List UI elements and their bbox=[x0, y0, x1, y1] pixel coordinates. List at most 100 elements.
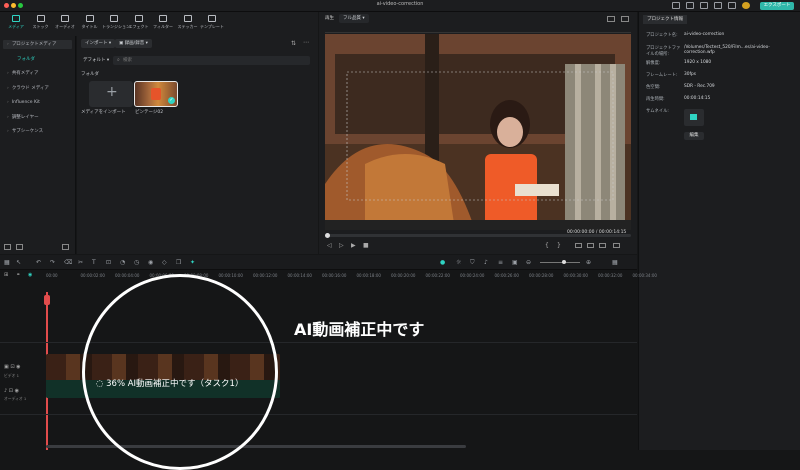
monitor-icon[interactable] bbox=[672, 2, 680, 9]
folder-label: フォルダ bbox=[81, 72, 99, 77]
thumbnail-preview bbox=[684, 109, 704, 126]
grid-view-icon[interactable]: ▦ bbox=[612, 259, 618, 266]
crown-icon[interactable] bbox=[742, 2, 750, 9]
render-icon[interactable]: ● bbox=[440, 259, 445, 266]
keyframe-icon[interactable]: ◇ bbox=[162, 259, 167, 266]
sidebar-item-label: クラウド メディア bbox=[11, 85, 49, 91]
color-icon[interactable]: ◉ bbox=[148, 259, 153, 266]
sidebar-item[interactable]: › 共有メディア bbox=[3, 69, 72, 78]
monitor-icon[interactable] bbox=[575, 243, 582, 248]
play-icon[interactable]: ▶ bbox=[351, 242, 356, 249]
timeline-ruler[interactable]: 00:00 00:00:02:00 00:00:04:00 00:00:06:00 00… bbox=[46, 271, 657, 281]
tab-title[interactable]: タイトル bbox=[78, 15, 102, 35]
tab-stock[interactable]: ストック bbox=[29, 15, 53, 35]
video-frame[interactable] bbox=[325, 34, 631, 230]
chevron-right-icon: › bbox=[7, 129, 9, 134]
sun-icon[interactable]: ☼ bbox=[456, 259, 461, 266]
image-icon[interactable]: ▣ bbox=[512, 259, 518, 266]
highlight-circle bbox=[82, 274, 278, 470]
collapse-icon[interactable] bbox=[62, 244, 69, 250]
stop-icon[interactable]: ■ bbox=[363, 242, 369, 249]
playhead-knob[interactable] bbox=[325, 233, 330, 238]
record-dropdown[interactable]: ▣ 録画/録音 ▾ bbox=[115, 39, 152, 48]
import-dropdown[interactable]: インポート ▾ bbox=[81, 39, 116, 48]
new-folder-icon[interactable] bbox=[4, 244, 11, 250]
mic-icon[interactable]: ♪ bbox=[484, 259, 488, 266]
project-info-tab[interactable]: プロジェクト情報 bbox=[643, 15, 687, 24]
sidebar-item[interactable]: › 調整レイヤー bbox=[3, 113, 72, 122]
speaker-icon[interactable]: ◉ bbox=[15, 388, 19, 394]
sidebar-item-label: Influence Kit bbox=[11, 100, 40, 105]
undo-icon[interactable]: ↶ bbox=[36, 259, 41, 266]
group-icon[interactable]: ❒ bbox=[176, 259, 181, 266]
crop-icon[interactable]: ⊡ bbox=[106, 259, 111, 266]
clip-label: ピンテージ02 bbox=[135, 110, 164, 115]
timeline-scrollbar[interactable] bbox=[46, 445, 466, 448]
zoom-out-icon[interactable]: ⊖ bbox=[526, 259, 531, 266]
player-label: 再生 bbox=[325, 16, 334, 21]
rewind-icon[interactable]: ▷ bbox=[339, 242, 344, 249]
add-track-icon[interactable]: ⊞ bbox=[4, 272, 8, 278]
user-icon[interactable] bbox=[728, 2, 736, 9]
edit-thumbnail-button[interactable]: 編集 bbox=[684, 132, 704, 140]
sidebar-item[interactable]: › プロジェクトメディア bbox=[3, 40, 72, 49]
tab-sticker[interactable]: ステッカー bbox=[176, 15, 200, 35]
snapshot-icon[interactable] bbox=[607, 16, 615, 22]
tab-effect[interactable]: エフェクト bbox=[127, 15, 151, 35]
layout-icon[interactable]: ▦ bbox=[4, 259, 10, 266]
ai-tool-icon[interactable]: ✦ bbox=[190, 259, 195, 266]
eye-icon[interactable]: ◉ bbox=[16, 364, 20, 370]
speed-icon[interactable]: ◔ bbox=[120, 259, 125, 266]
fullscreen-icon[interactable] bbox=[613, 243, 620, 248]
zoom-slider-knob[interactable] bbox=[562, 260, 566, 264]
zoom-slider[interactable] bbox=[540, 260, 580, 264]
folder-icon[interactable] bbox=[16, 244, 23, 250]
magnet-icon[interactable]: ◉ bbox=[28, 272, 32, 278]
mark-in-icon[interactable]: { bbox=[545, 242, 549, 249]
cloud-icon[interactable] bbox=[686, 2, 694, 9]
import-media-tile[interactable]: + bbox=[89, 81, 133, 107]
timer-icon[interactable]: ◷ bbox=[134, 259, 139, 266]
sidebar-item-label: 共有メディア bbox=[11, 71, 39, 76]
zoom-in-icon[interactable]: ⊕ bbox=[586, 259, 591, 266]
ruler-tick: 00:00:18:00 bbox=[356, 273, 381, 278]
video-track-label: ビデオ 1 bbox=[4, 373, 20, 378]
tab-filter[interactable]: フィルター bbox=[151, 15, 175, 35]
grid-icon[interactable] bbox=[700, 2, 708, 9]
gift-icon[interactable] bbox=[714, 2, 722, 9]
layout-icon[interactable] bbox=[621, 16, 629, 22]
redo-icon[interactable]: ↷ bbox=[50, 259, 55, 266]
mark-out-icon[interactable]: } bbox=[557, 242, 561, 249]
ruler-tick: 00:00:10:00 bbox=[218, 273, 243, 278]
link-icon[interactable]: ⚭ bbox=[16, 272, 20, 278]
tab-template[interactable]: テンプレート bbox=[200, 15, 224, 35]
tab-music[interactable]: オーディオ bbox=[53, 15, 77, 35]
export-button[interactable]: エクスポート bbox=[760, 2, 794, 10]
sidebar-item-label: サブシーケンス bbox=[11, 129, 44, 134]
split-icon[interactable]: ✂ bbox=[78, 259, 83, 266]
delete-icon[interactable]: ⌫ bbox=[64, 259, 72, 266]
vintage-clip-thumbnail[interactable]: ✓ bbox=[134, 81, 178, 107]
select-tool-icon[interactable]: ↖ bbox=[16, 259, 21, 266]
camera-icon[interactable] bbox=[587, 243, 594, 248]
filter-icon[interactable]: ⇅ bbox=[291, 40, 296, 47]
tab-media[interactable]: メディア bbox=[4, 15, 28, 35]
sidebar-item[interactable]: › サブシーケンス bbox=[3, 127, 72, 136]
sidebar-item[interactable]: › Influence Kit bbox=[3, 98, 72, 107]
tab-transition[interactable]: トランジション bbox=[102, 15, 130, 35]
sidebar-item[interactable]: フォルダ bbox=[3, 55, 72, 64]
thumbnail-image-icon bbox=[690, 114, 697, 120]
import-label: インポート bbox=[85, 41, 108, 46]
sort-dropdown[interactable]: デフォルト ▾ bbox=[81, 56, 109, 65]
shield-icon[interactable]: ⛉ bbox=[470, 259, 475, 267]
tab-label: ストック bbox=[32, 24, 49, 29]
asset-tabs: メディア ストック オーディオ タイトル トランジション エフェクト フィルター ステッカーテ… bbox=[0, 12, 318, 36]
more-icon[interactable]: ⋯ bbox=[303, 39, 309, 46]
text-icon[interactable]: T bbox=[92, 259, 96, 266]
search-input[interactable]: 検索 bbox=[113, 56, 310, 65]
sidebar-item[interactable]: › クラウド メディア bbox=[3, 84, 72, 93]
layers-icon[interactable]: ≡ bbox=[498, 259, 503, 266]
quality-dropdown[interactable]: フル品質 ▾ bbox=[339, 14, 369, 23]
prev-frame-icon[interactable]: ◁ bbox=[327, 242, 332, 249]
volume-icon[interactable] bbox=[599, 243, 606, 248]
